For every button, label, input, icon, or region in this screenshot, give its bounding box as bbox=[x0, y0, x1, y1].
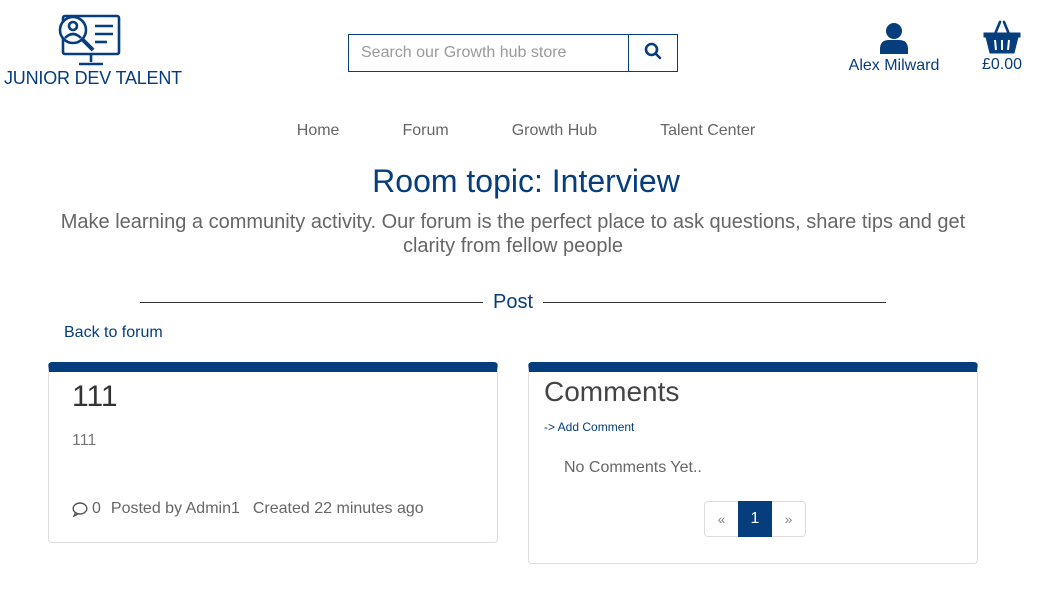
nav-growth-hub[interactable]: Growth Hub bbox=[512, 122, 597, 140]
post-body: 111 bbox=[72, 432, 97, 449]
account-name: Alex Milward bbox=[848, 57, 940, 74]
cart-total: £0.00 bbox=[981, 56, 1023, 73]
speech-bubble-icon bbox=[72, 501, 88, 517]
comments-card: Comments -> Add Comment No Comments Yet.… bbox=[528, 362, 978, 564]
posted-by: Posted by Admin1 bbox=[110, 500, 240, 517]
page-title: Room topic: Interview bbox=[372, 163, 680, 199]
comments-heading: Comments bbox=[544, 376, 680, 407]
section-label: Post bbox=[492, 290, 534, 313]
search-bar bbox=[348, 34, 678, 72]
post-meta: 0 Posted by Admin1 Created 22 minutes ag… bbox=[72, 500, 424, 518]
pagination-prev[interactable]: « bbox=[704, 501, 738, 537]
pagination-page-1[interactable]: 1 bbox=[738, 501, 772, 537]
nav-talent-center[interactable]: Talent Center bbox=[660, 122, 755, 140]
no-comments-text: No Comments Yet.. bbox=[564, 459, 702, 476]
search-button[interactable] bbox=[628, 35, 677, 71]
nav-home[interactable]: Home bbox=[297, 122, 340, 140]
main-nav: Home Forum Growth Hub Talent Center bbox=[0, 122, 1052, 140]
pagination-next[interactable]: » bbox=[772, 501, 806, 537]
cart-link[interactable]: £0.00 bbox=[976, 20, 1028, 74]
created-time: Created 22 minutes ago bbox=[252, 500, 424, 517]
divider-line-left bbox=[140, 301, 483, 303]
divider-line-right bbox=[543, 301, 886, 303]
pagination: « 1 » bbox=[704, 501, 806, 537]
brand-logo[interactable]: JUNIOR DEV TALENT bbox=[4, 12, 182, 89]
search-input[interactable] bbox=[349, 35, 628, 71]
account-link[interactable]: Alex Milward bbox=[840, 22, 948, 75]
post-title: 111 bbox=[72, 380, 118, 413]
user-icon bbox=[879, 23, 909, 58]
monitor-magnifier-icon bbox=[4, 12, 176, 70]
section-divider: Post bbox=[140, 290, 886, 314]
back-to-forum-link[interactable]: Back to forum bbox=[64, 324, 163, 342]
page-intro: Make learning a community activity. Our … bbox=[60, 211, 966, 257]
post-card: 111 111 0 Posted by Admin1 Created 22 mi… bbox=[48, 362, 498, 543]
add-comment-link[interactable]: -> Add Comment bbox=[544, 420, 634, 434]
brand-name: JUNIOR DEV TALENT bbox=[4, 68, 182, 88]
comment-count: 0 bbox=[92, 500, 101, 517]
nav-forum[interactable]: Forum bbox=[402, 122, 448, 140]
search-icon bbox=[644, 42, 662, 65]
